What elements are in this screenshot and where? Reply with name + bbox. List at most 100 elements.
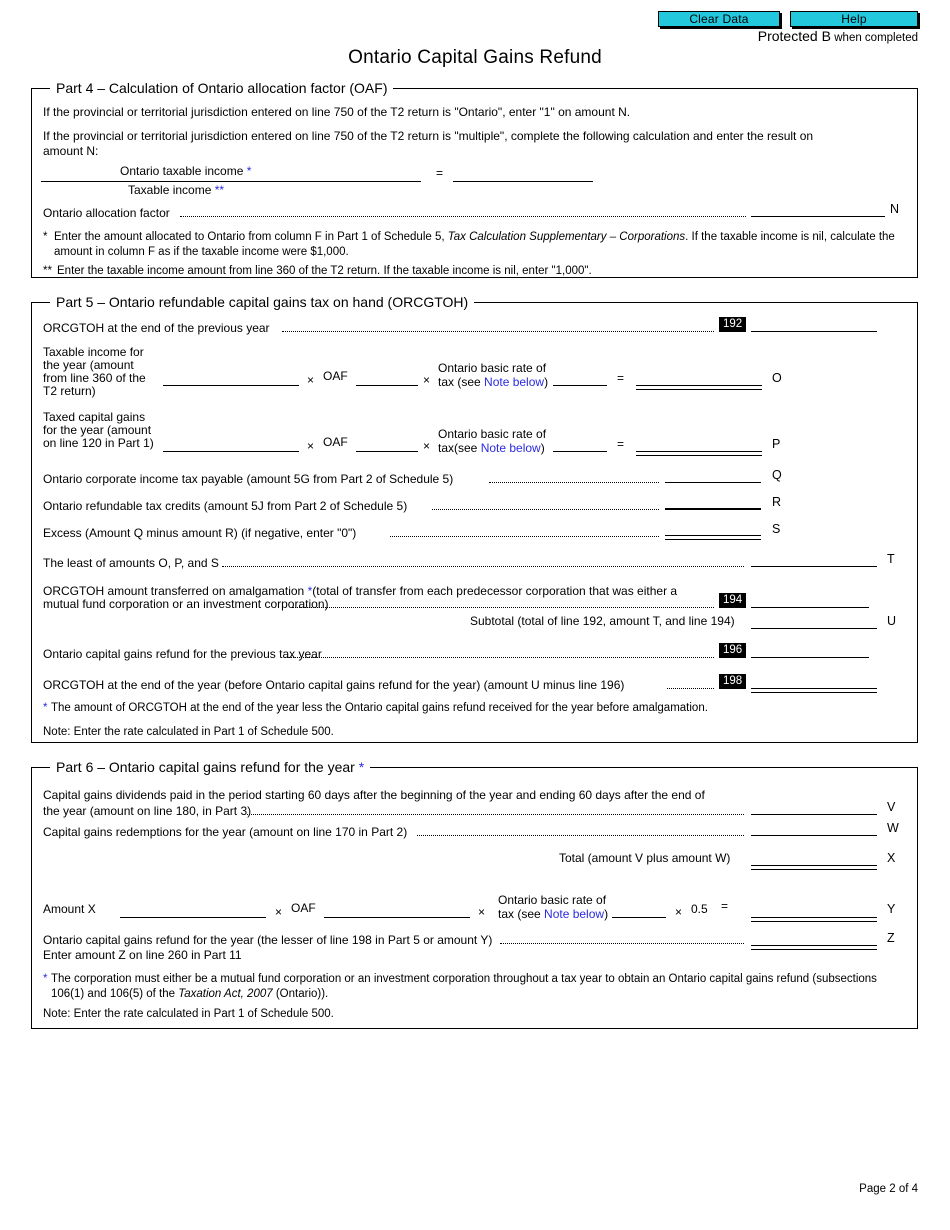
part6-footnote: The corporation must either be a mutual … (51, 973, 877, 1000)
row-v-label-line-2: the year (amount on line 180, in Part 3) (43, 804, 252, 818)
row-194-label-line-1: ORCGTOH amount transferred on amalgamati… (43, 584, 678, 598)
leader-dots (247, 814, 744, 815)
line-196-input[interactable] (754, 642, 864, 656)
amount-o-input[interactable] (639, 369, 759, 383)
rate-label-line-2: tax (see Note below) (438, 375, 549, 389)
taxed-gains-line-1: Taxed capital gains (43, 410, 146, 424)
oaf-label: OAF (291, 901, 316, 915)
amount-y-input[interactable] (754, 901, 872, 915)
amount-z-rule (751, 945, 877, 950)
row-t-label: The least of amounts O, P, and S (43, 556, 219, 570)
taxable-income-input[interactable] (228, 182, 288, 196)
taxable-income-line-4: T2 return) (43, 384, 96, 398)
line-194-input[interactable] (754, 592, 864, 606)
amount-y-rule (751, 917, 877, 922)
subtotal-label: Subtotal (total of line 192, amount T, a… (470, 614, 735, 628)
total-label: Total (amount V plus amount W) (559, 851, 731, 865)
leader-dots (417, 835, 744, 836)
leader-dots (432, 509, 659, 510)
amount-x-input[interactable] (754, 850, 872, 864)
amount-p-rule (636, 451, 762, 456)
y-rate-input[interactable] (615, 901, 663, 915)
multiply-sign: × (307, 373, 315, 387)
amount-z-input[interactable] (754, 930, 872, 944)
row-198-label: ORCGTOH at the end of the year (before O… (43, 678, 625, 692)
footnote-mark-double: ** (214, 183, 225, 197)
amount-r-rule (665, 508, 761, 510)
oaf-amount-n-input[interactable] (754, 200, 882, 214)
part6-footnote-mark: * (43, 973, 48, 985)
multiply-sign: × (307, 439, 315, 453)
amount-letter-w: W (887, 821, 899, 835)
protected-b-notice: Protected B when completed (758, 28, 918, 44)
y-amount-x-rule (120, 917, 266, 918)
page-title: Ontario Capital Gains Refund (348, 47, 602, 68)
taxable-income-line-1: Taxable income for (43, 345, 144, 359)
amount-letter-q: Q (772, 468, 782, 482)
p-taxed-gains-input[interactable] (166, 436, 296, 450)
line-198-input[interactable] (754, 673, 874, 687)
line-194-rule (751, 607, 869, 608)
row-192-label: ORCGTOH at the end of the previous year (43, 321, 270, 335)
page-footer: Page 2 of 4 (859, 1183, 918, 1195)
amount-q-rule (665, 482, 761, 483)
o-rate-input[interactable] (556, 369, 604, 383)
form-toolbar: Clear Data Help (0, 6, 950, 27)
oaf-quotient-rule (288, 181, 421, 182)
row-w-label: Capital gains redemptions for the year (… (43, 825, 408, 839)
y-amount-x-input[interactable] (123, 901, 263, 915)
line-196-rule (751, 657, 869, 658)
o-taxable-income-input[interactable] (166, 369, 296, 383)
row-q-label: Ontario corporate income tax payable (am… (43, 472, 454, 486)
amount-letter-n: N (890, 202, 900, 216)
line-number-194: 194 (719, 593, 746, 608)
amount-u-rule (751, 628, 877, 629)
line-192-rule (751, 331, 877, 332)
part4-intro-2: If the provincial or territorial jurisdi… (43, 129, 814, 158)
part4-footnote-2: Enter the taxable income amount from lin… (57, 265, 592, 277)
amount-letter-u: U (887, 614, 897, 628)
amount-letter-o: O (772, 371, 782, 385)
clear-data-button[interactable]: Clear Data (658, 11, 780, 27)
amount-r-input[interactable] (668, 494, 758, 508)
leader-dots (667, 688, 714, 689)
amount-letter-t: T (887, 552, 895, 566)
note-below-link[interactable]: Note below (481, 441, 541, 455)
amount-q-input[interactable] (668, 467, 758, 481)
amount-letter-v: V (887, 800, 896, 814)
oaf-result-input[interactable] (456, 165, 591, 179)
p-oaf-input[interactable] (359, 436, 415, 450)
amount-s-input[interactable] (668, 521, 758, 535)
amount-w-input[interactable] (754, 820, 872, 834)
oaf-row-label: Ontario allocation factor (43, 206, 170, 220)
amount-w-rule (751, 835, 877, 836)
note-below-link[interactable]: Note below (544, 907, 604, 921)
oaf-amount-n-rule (751, 216, 885, 217)
oaf-quotient-input[interactable] (290, 165, 420, 179)
y-rate-rule (612, 917, 666, 918)
amount-p-input[interactable] (639, 436, 759, 450)
amount-letter-z: Z (887, 931, 895, 945)
amount-o-rule (636, 385, 762, 390)
amount-letter-p: P (772, 437, 781, 451)
amount-t-input[interactable] (754, 551, 874, 565)
row-s-label: Excess (Amount Q minus amount R) (if neg… (43, 526, 357, 540)
multiply-sign: × (275, 905, 283, 919)
amount-v-rule (751, 814, 877, 815)
help-button[interactable]: Help (790, 11, 918, 27)
y-oaf-input[interactable] (327, 901, 467, 915)
y-oaf-rule (324, 917, 470, 918)
leader-dots (500, 943, 744, 944)
amount-x-label: Amount X (43, 902, 96, 916)
amount-u-input[interactable] (754, 613, 874, 627)
p-rate-input[interactable] (556, 436, 604, 450)
amount-v-input[interactable] (754, 799, 872, 813)
row-z-subtext: Enter amount Z on line 260 in Part 11 (43, 948, 242, 962)
line-192-input[interactable] (754, 316, 872, 330)
amount-letter-y: Y (887, 902, 896, 916)
fraction-numerator-label: Ontario taxable income * (120, 164, 252, 178)
rate-label-line-2: tax(see Note below) (438, 441, 545, 455)
note-below-link[interactable]: Note below (484, 375, 544, 389)
part4-footnote-2-mark: ** (43, 265, 52, 277)
o-oaf-input[interactable] (359, 369, 415, 383)
